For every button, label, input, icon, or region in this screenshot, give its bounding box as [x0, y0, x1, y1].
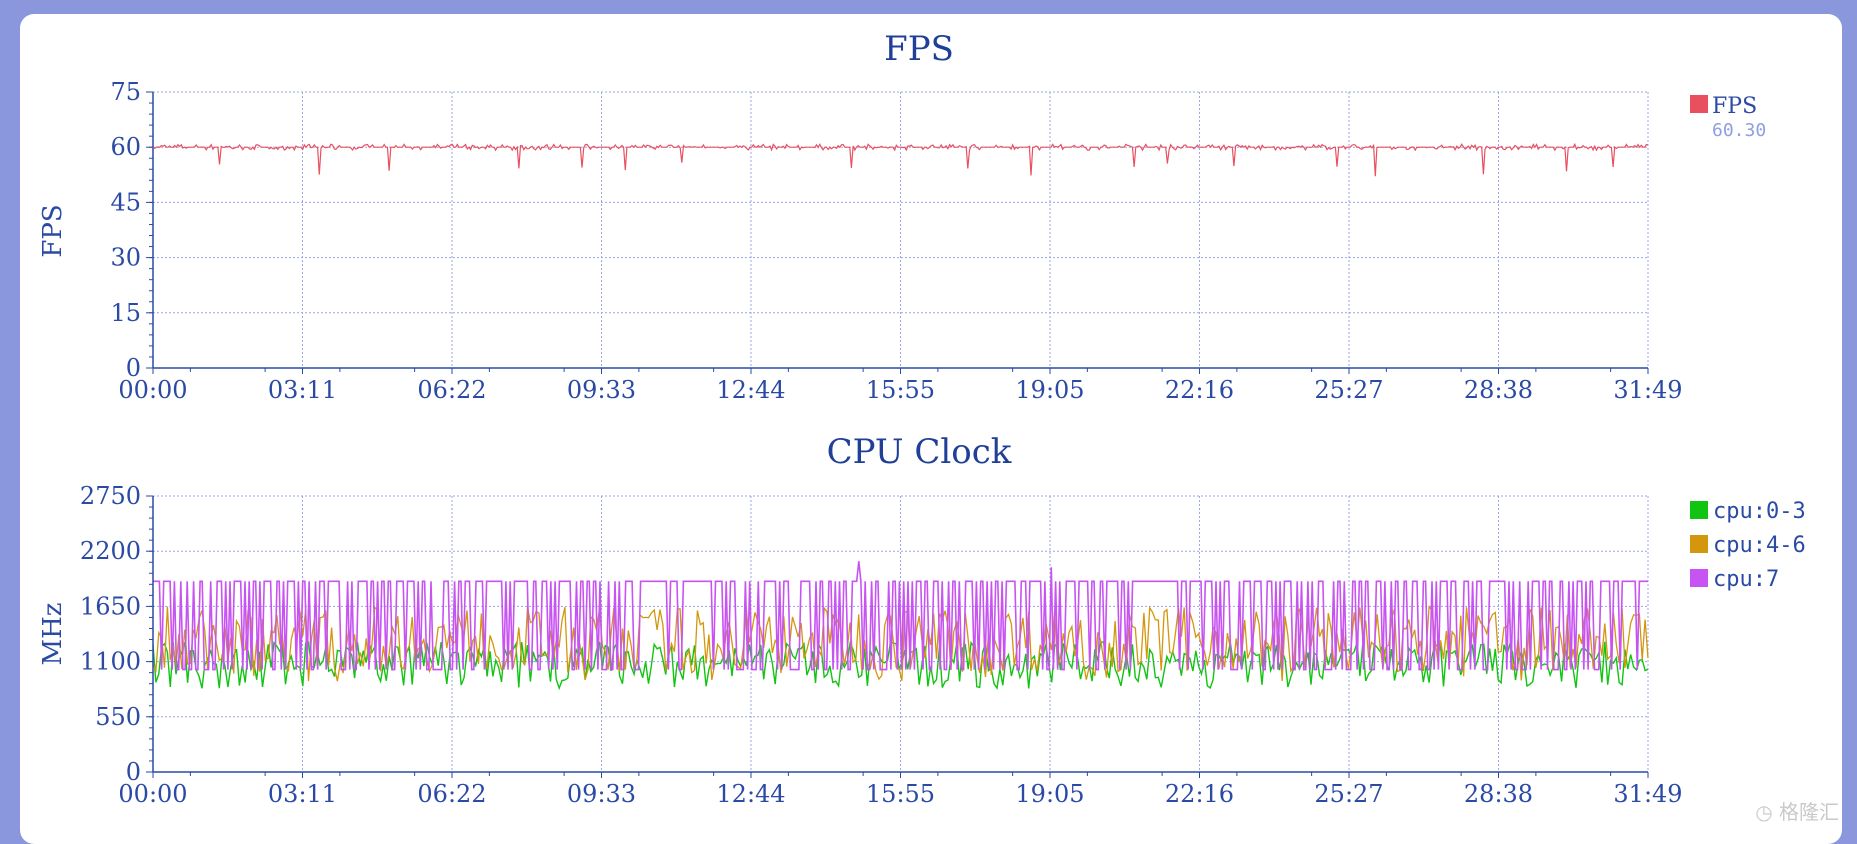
fps-legend-value: 60.30 [1712, 120, 1766, 141]
fps-y-tick-label: 15 [110, 299, 141, 327]
fps-x-tick-label: 22:16 [1165, 376, 1234, 404]
fps-chart-title: FPS [884, 29, 954, 69]
cpu-legend-item-0-3[interactable]: cpu:0-3 [1690, 499, 1806, 524]
cpu-y-tick-label: 1650 [80, 592, 141, 620]
cpu-x-ticks: 00:00 03:11 06:22 09:33 12:44 15:55 19:05 22:16… [118, 780, 1682, 808]
fps-y-tick-label: 75 [110, 78, 141, 106]
cpu-x-tick-label: 28:38 [1464, 780, 1533, 808]
cpu-x-tick-label: 12:44 [716, 780, 785, 808]
cpu-x-tick-label: 15:55 [866, 780, 935, 808]
fps-x-tick-label: 09:33 [567, 376, 636, 404]
fps-axes [146, 92, 1648, 374]
fps-chart: FPS FPS 01530456075 00:0003:1106:2209:33… [38, 29, 1766, 404]
fps-x-tick-label: 15:55 [866, 376, 935, 404]
cpu-0-3-legend-swatch [1690, 501, 1708, 519]
cpu-x-tick-label: 00:00 [118, 780, 187, 808]
cpu-chart-title: CPU Clock [827, 432, 1012, 472]
fps-x-tick-label: 06:22 [417, 376, 486, 404]
fps-x-ticks: 00:00 03:11 06:22 09:33 12:44 15:55 19:05 22:16… [118, 376, 1682, 404]
cpu-y-axis-label: MHz [38, 603, 68, 666]
cpu-0-3-legend-label: cpu:0-3 [1713, 499, 1806, 524]
cpu-7-legend-label: cpu:7 [1713, 567, 1779, 592]
fps-x-tick-label: 28:38 [1464, 376, 1533, 404]
cpu-clock-chart: CPU Clock MHz 05501100165022002750 00:00… [38, 432, 1806, 808]
fps-x-tick-label: 12:44 [716, 376, 785, 404]
fps-legend-label: FPS [1712, 94, 1757, 119]
fps-legend-swatch [1690, 95, 1708, 113]
cpu-x-tick-label: 19:05 [1015, 780, 1084, 808]
cpu-x-tick-label: 03:11 [268, 780, 337, 808]
cpu-y-ticks: 05501100165022002750 [80, 482, 141, 786]
fps-y-tick-label: 60 [110, 133, 141, 161]
fps-y-tick-label: 30 [110, 244, 141, 272]
cpu-y-tick-label: 1100 [80, 648, 141, 676]
cpu-x-tick-label: 09:33 [567, 780, 636, 808]
cpu-y-tick-label: 2200 [80, 537, 141, 565]
cpu-7-legend-swatch [1690, 569, 1708, 587]
fps-x-tick-label: 00:00 [118, 376, 187, 404]
fps-x-tick-label: 25:27 [1314, 376, 1383, 404]
watermark-logo: ◷ 格隆汇 [1755, 796, 1839, 825]
fps-legend[interactable]: FPS 60.30 [1690, 94, 1766, 141]
cpu-x-tick-label: 22:16 [1165, 780, 1234, 808]
cpu-4-6-legend-label: cpu:4-6 [1713, 533, 1806, 558]
fps-y-ticks: 01530456075 [110, 78, 141, 382]
cpu-x-tick-label: 06:22 [417, 780, 486, 808]
cpu-y-tick-label: 2750 [80, 482, 141, 510]
fps-y-axis-label: FPS [38, 204, 68, 257]
fps-y-tick-label: 45 [110, 188, 141, 216]
fps-x-tick-label: 03:11 [268, 376, 337, 404]
fps-gridlines [153, 92, 1648, 368]
cpu-x-tick-label: 25:27 [1314, 780, 1383, 808]
cpu-legend-item-7[interactable]: cpu:7 [1690, 567, 1779, 592]
fps-x-tick-label: 19:05 [1015, 376, 1084, 404]
cpu-y-tick-label: 550 [95, 703, 141, 731]
cpu-legend-item-4-6[interactable]: cpu:4-6 [1690, 533, 1806, 558]
charts-canvas: FPS FPS 01530456075 00:0003:1106:2209:33… [0, 0, 1857, 833]
cpu-legend[interactable]: cpu:0-3 cpu:4-6 cpu:7 [1690, 499, 1806, 592]
cpu-x-tick-label: 31:49 [1613, 780, 1682, 808]
fps-x-tick-label: 31:49 [1613, 376, 1682, 404]
cpu-4-6-legend-swatch [1690, 535, 1708, 553]
